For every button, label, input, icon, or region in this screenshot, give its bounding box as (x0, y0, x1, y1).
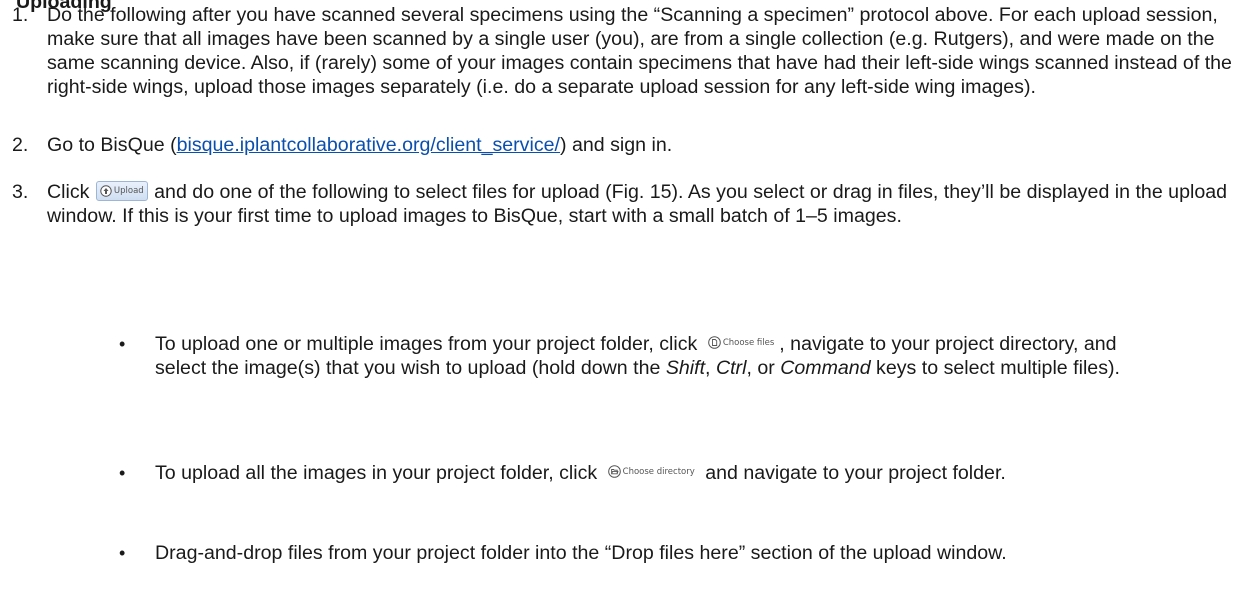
step-text-after: ) and sign in. (559, 134, 673, 156)
file-icon (708, 336, 721, 349)
bullet-dot: • (119, 334, 126, 354)
bullet-dot: • (119, 463, 126, 483)
step-text: Go to BisQue (bisque.iplantcollaborative… (47, 133, 1242, 157)
upload-button[interactable]: Upload (95, 181, 148, 201)
upload-button-label: Upload (113, 186, 144, 196)
step-text-after: and do one of the following to select fi… (47, 181, 1228, 227)
choose-directory-button[interactable]: Choose directory (603, 461, 699, 482)
bullet-dot: • (119, 543, 126, 563)
step-number: 2. (12, 134, 29, 156)
separator: , (705, 357, 711, 379)
bisque-link[interactable]: bisque.iplantcollaborative.org/client_se… (177, 134, 560, 156)
bullet-text: Drag-and-drop files from your project fo… (155, 542, 1007, 564)
upload-icon (100, 185, 112, 197)
step-text: Do the following after you have scanned … (47, 4, 1232, 98)
choose-directory-label: Choose directory (622, 466, 695, 477)
choose-files-button[interactable]: Choose files (703, 332, 779, 353)
bullet-text-before: To upload all the images in your project… (155, 462, 598, 484)
step-text: Click Upload and do one of the following… (47, 180, 1242, 228)
bullet-text-after: and navigate to your project folder. (705, 462, 1006, 484)
key-shift: Shift (665, 357, 706, 379)
choose-files-label: Choose files (722, 337, 775, 348)
separator: , or (746, 357, 775, 379)
step-number: 3. (12, 181, 29, 203)
step-number: 1. (12, 4, 29, 26)
bullet-text: To upload all the images in your project… (155, 461, 1155, 485)
step-text-before: Click (47, 181, 90, 203)
key-command: Command (780, 357, 871, 379)
key-ctrl: Ctrl (715, 357, 747, 379)
bullet-text: To upload one or multiple images from yo… (155, 332, 1155, 380)
folder-open-icon (607, 465, 621, 478)
step-text-before: Go to BisQue ( (47, 134, 177, 156)
bullet-text-before: To upload one or multiple images from yo… (155, 333, 698, 355)
bullet-text-end: keys to select multiple files). (876, 357, 1120, 379)
